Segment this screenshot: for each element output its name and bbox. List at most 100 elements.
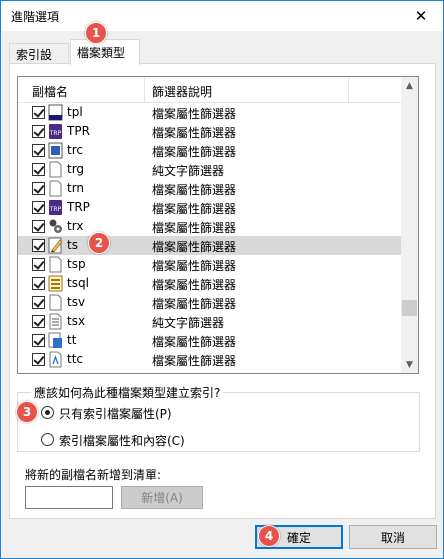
row-extension: trn: [67, 181, 85, 195]
scroll-up-button[interactable]: ▲: [401, 77, 418, 94]
radio-properties-only-label[interactable]: 只有索引檔案屬性(P): [59, 405, 172, 422]
file-type-list[interactable]: 副檔名 篩選器說明 tpl 檔案屬性篩選器 TRP TPR 檔案屬性篩選器 tr…: [17, 76, 419, 374]
row-description: 檔案屬性篩選器: [152, 183, 237, 197]
row-extension: trx: [67, 219, 84, 233]
blank-file-icon: [49, 180, 62, 197]
list-row-tsp[interactable]: tsp 檔案屬性篩選器: [18, 255, 403, 274]
tsql-file-icon: [48, 275, 63, 292]
row-checkbox[interactable]: [32, 163, 45, 176]
window-title: 進階選項: [11, 10, 60, 24]
annotation-badge-3: 3: [16, 401, 38, 423]
row-extension: trg: [67, 162, 85, 176]
radio-properties-and-contents-label[interactable]: 索引檔案屬性和內容(C): [59, 432, 185, 449]
radio-properties-only[interactable]: [41, 406, 54, 419]
tpl-file-icon: [48, 104, 63, 121]
list-row-trc[interactable]: trc 檔案屬性篩選器: [18, 141, 403, 160]
row-extension: ttc: [67, 352, 84, 366]
row-description: 檔案屬性篩選器: [152, 107, 237, 121]
column-divider[interactable]: [144, 77, 145, 103]
blank-file-icon: [49, 294, 62, 311]
new-extension-input[interactable]: [25, 486, 113, 509]
radio-properties-and-contents[interactable]: [41, 433, 54, 446]
index-mode-question: 應該如何為此種檔案類型建立索引?: [31, 384, 224, 401]
trx-file-icon: [49, 219, 62, 233]
row-checkbox[interactable]: [32, 144, 45, 157]
row-description: 檔案屬性篩選器: [152, 297, 237, 311]
row-description: 檔案屬性篩選器: [152, 354, 237, 368]
list-row-tsx[interactable]: tsx 純文字篩選器: [18, 312, 403, 331]
row-checkbox[interactable]: [32, 258, 45, 271]
row-checkbox[interactable]: [32, 239, 45, 252]
row-extension: tsp: [67, 257, 86, 271]
advanced-options-dialog: 進階選項 ✕ 索引設定 檔案類型 副檔名 篩選器說明 tpl 檔案屬性篩選器 T…: [0, 0, 444, 559]
annotation-badge-4: 4: [258, 525, 280, 547]
scroll-down-button[interactable]: ▼: [401, 356, 418, 373]
column-header-extension[interactable]: 副檔名: [32, 83, 68, 100]
font-file-icon: [49, 351, 62, 368]
blank-file-icon: [49, 256, 62, 273]
tab-index-settings[interactable]: 索引設定: [9, 43, 69, 79]
svg-text:TRP: TRP: [49, 206, 62, 213]
row-checkbox[interactable]: [32, 201, 45, 214]
list-row-trx[interactable]: trx 檔案屬性篩選器: [18, 217, 403, 236]
vertical-scrollbar[interactable]: ▲ ▼: [401, 77, 418, 373]
row-checkbox[interactable]: [32, 106, 45, 119]
list-row-tsql[interactable]: tsql 檔案屬性篩選器: [18, 274, 403, 293]
blank-file-icon: [49, 161, 62, 178]
row-description: 檔案屬性篩選器: [152, 278, 237, 292]
row-description: 檔案屬性篩選器: [152, 221, 237, 235]
list-header: 副檔名 篩選器說明: [18, 77, 403, 103]
row-description: 檔案屬性篩選器: [152, 202, 237, 216]
list-row-tpr[interactable]: TRP TPR 檔案屬性篩選器: [18, 122, 403, 141]
row-extension: TPR: [67, 124, 90, 138]
text-file-icon: [49, 313, 62, 330]
row-extension: ts: [67, 238, 78, 252]
list-row-tpl[interactable]: tpl 檔案屬性篩選器: [18, 103, 403, 122]
row-extension: tsv: [67, 295, 86, 309]
row-checkbox[interactable]: [32, 220, 45, 233]
row-extension: tsql: [67, 276, 89, 290]
tt-file-icon: [48, 332, 62, 348]
list-row-ttc[interactable]: ttc 檔案屬性篩選器: [18, 350, 403, 369]
row-checkbox[interactable]: [32, 182, 45, 195]
svg-text:TRP: TRP: [49, 130, 62, 137]
list-row-ts[interactable]: ts 檔案屬性篩選器: [18, 236, 403, 255]
title-bar: 進階選項 ✕: [1, 1, 443, 31]
trc-file-icon: [48, 142, 63, 159]
column-divider[interactable]: [348, 77, 349, 103]
row-description: 檔案屬性篩選器: [152, 126, 237, 140]
close-icon: ✕: [414, 7, 428, 25]
close-button[interactable]: ✕: [399, 1, 443, 31]
row-checkbox[interactable]: [32, 334, 45, 347]
scroll-thumb[interactable]: [402, 300, 417, 316]
add-extension-label: 將新的副檔名新增到清單:: [25, 468, 162, 482]
row-extension: tpl: [67, 105, 83, 119]
list-row-trg[interactable]: trg 純文字篩選器: [18, 160, 403, 179]
add-extension-button[interactable]: 新增(A): [121, 486, 203, 509]
list-row-tsv[interactable]: tsv 檔案屬性篩選器: [18, 293, 403, 312]
annotation-badge-2: 2: [88, 232, 110, 254]
chevron-up-icon: ▲: [406, 80, 413, 91]
tab-file-types[interactable]: 檔案類型: [70, 39, 140, 65]
row-description: 純文字篩選器: [152, 164, 225, 178]
row-checkbox[interactable]: [32, 315, 45, 328]
row-extension: tt: [67, 333, 77, 347]
row-checkbox[interactable]: [32, 277, 45, 290]
chevron-down-icon: ▼: [406, 359, 413, 370]
trp-file-icon: TRP: [49, 124, 62, 139]
list-row-trp[interactable]: TRP TRP 檔案屬性篩選器: [18, 198, 403, 217]
list-row-tt[interactable]: tt 檔案屬性篩選器: [18, 331, 403, 350]
row-extension: trc: [67, 143, 83, 157]
list-row-trn[interactable]: trn 檔案屬性篩選器: [18, 179, 403, 198]
row-extension: tsx: [67, 314, 86, 328]
row-extension: TRP: [67, 200, 90, 214]
row-description: 檔案屬性篩選器: [152, 240, 237, 254]
row-checkbox[interactable]: [32, 296, 45, 309]
cancel-button[interactable]: 取消: [349, 525, 437, 549]
trp-file-icon: TRP: [49, 200, 62, 215]
row-checkbox[interactable]: [32, 353, 45, 366]
row-description: 純文字篩選器: [152, 316, 225, 330]
row-checkbox[interactable]: [32, 125, 45, 138]
row-description: 檔案屬性篩選器: [152, 145, 237, 159]
column-header-description[interactable]: 篩選器說明: [152, 83, 212, 100]
